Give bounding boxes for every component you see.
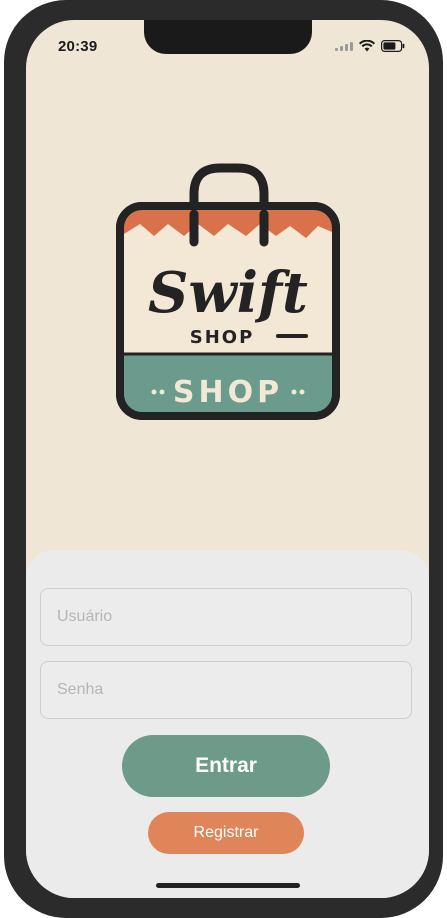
- logo-small-text: SHOP: [190, 327, 255, 348]
- device-notch: [144, 20, 312, 54]
- shopping-bag-logo-graphic: Swift SHOP SHOP: [116, 163, 340, 420]
- password-field[interactable]: [40, 661, 412, 719]
- home-indicator[interactable]: [156, 883, 300, 888]
- battery-icon: [381, 40, 405, 52]
- phone-frame: 20:39 Swift SHOP SHOP Usuário Entrar Reg…: [4, 0, 443, 918]
- signal-icon: [335, 41, 353, 51]
- app-screen: 20:39 Swift SHOP SHOP Usuário Entrar Reg…: [26, 20, 429, 898]
- username-field[interactable]: [40, 588, 412, 646]
- swift-shop-logo: Swift SHOP SHOP: [110, 162, 346, 426]
- enter-button[interactable]: Entrar: [122, 735, 330, 797]
- register-button[interactable]: Registrar: [148, 812, 304, 854]
- status-icons: [335, 40, 405, 52]
- login-card: Entrar Registrar: [26, 550, 429, 898]
- logo-band-text: SHOP: [173, 375, 283, 410]
- wifi-icon: [359, 40, 375, 52]
- logo-script-text: Swift: [148, 260, 308, 326]
- status-time: 20:39: [58, 38, 98, 55]
